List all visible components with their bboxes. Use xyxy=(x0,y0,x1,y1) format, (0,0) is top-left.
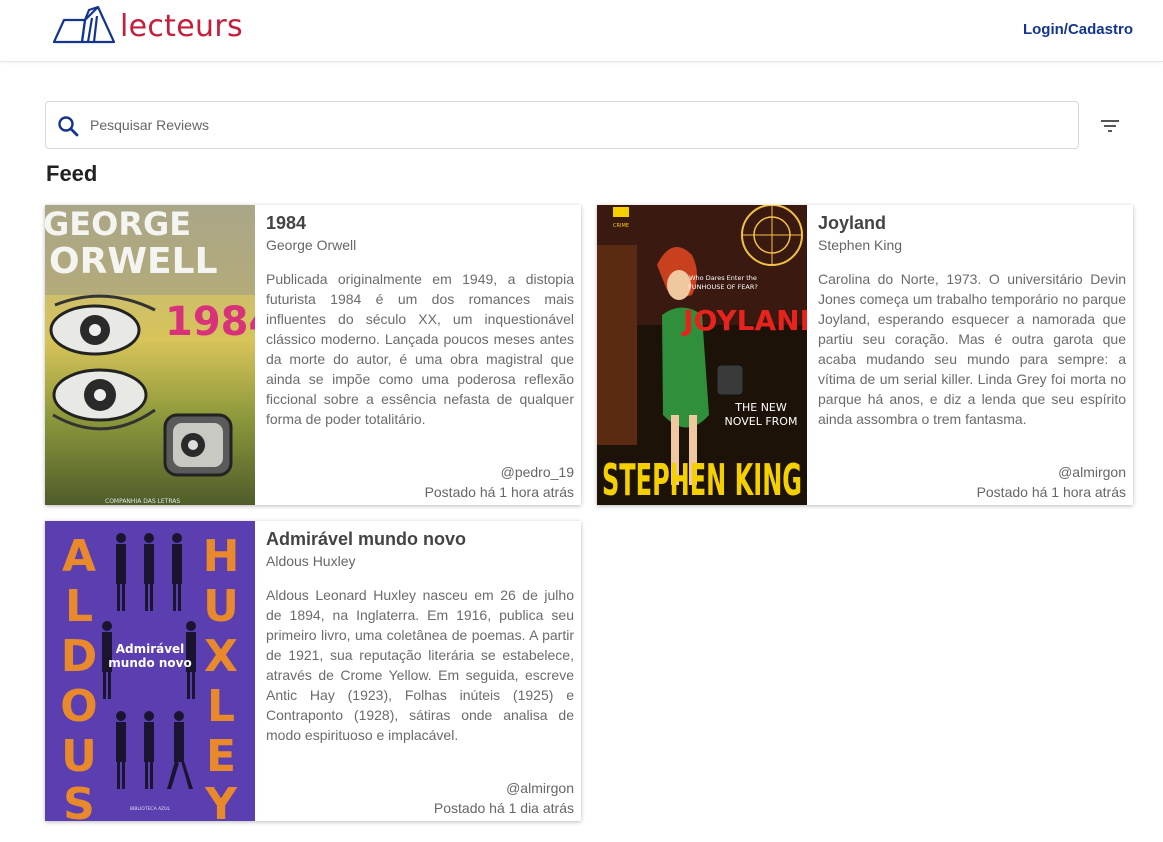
book-title: 1984 xyxy=(266,213,307,233)
book-cover-admiravel-mundo-novo: A L D O U S H U X L E Y Admirável mundo … xyxy=(45,521,255,821)
feed-title: Feed xyxy=(46,161,98,186)
book-author: Aldous Huxley xyxy=(266,553,356,569)
open-book-icon xyxy=(52,5,116,44)
svg-text:BIBLIOTECA AZUL: BIBLIOTECA AZUL xyxy=(130,806,171,812)
review-card[interactable]: A L D O U S H U X L E Y Admirável mundo … xyxy=(45,521,581,821)
book-cover-joyland: CRIME Who Dares Enter the FUNHOUSE OF FE… xyxy=(597,205,807,505)
book-description: Carolina do Norte, 1973. O universitário… xyxy=(818,271,1126,427)
book-cover-1984: GEORGE ORWELL 1984 COMPANHIA DAS LETRAS xyxy=(45,205,255,505)
post-timestamp: Postado há 1 hora atrás xyxy=(976,484,1126,500)
svg-text:D: D xyxy=(61,631,98,682)
svg-text:ORWELL: ORWELL xyxy=(49,241,218,282)
logo-text: lecteurs xyxy=(120,8,243,44)
logo[interactable]: lecteurs xyxy=(52,4,243,46)
book-title: Admirável mundo novo xyxy=(266,529,467,549)
svg-text:U: U xyxy=(203,581,239,632)
review-card[interactable]: GEORGE ORWELL 1984 COMPANHIA DAS LETRAS … xyxy=(45,205,581,505)
login-signup-link[interactable]: Login/Cadastro xyxy=(1023,21,1133,38)
svg-text:Admirável: Admirável xyxy=(116,642,185,656)
post-timestamp: Postado há 1 hora atrás xyxy=(424,484,574,500)
svg-text:L: L xyxy=(207,681,235,732)
post-username[interactable]: @almirgon xyxy=(1058,464,1126,480)
book-title: Joyland xyxy=(818,213,887,233)
book-author: Stephen King xyxy=(818,237,903,253)
svg-text:A: A xyxy=(62,531,96,582)
svg-text:CRIME: CRIME xyxy=(613,223,629,229)
svg-text:Y: Y xyxy=(204,779,238,821)
review-card[interactable]: CRIME Who Dares Enter the FUNHOUSE OF FE… xyxy=(597,205,1133,505)
svg-text:L: L xyxy=(65,581,93,632)
svg-text:STEPHEN KING: STEPHEN KING xyxy=(602,455,802,505)
svg-text:S: S xyxy=(63,779,95,821)
svg-text:E: E xyxy=(206,731,236,782)
filter-icon[interactable] xyxy=(1098,114,1122,138)
svg-text:Who Dares Enter the: Who Dares Enter the xyxy=(689,274,757,282)
svg-text:H: H xyxy=(203,531,240,582)
svg-text:U: U xyxy=(61,731,97,782)
search-icon[interactable] xyxy=(56,114,80,138)
search-bar xyxy=(45,101,1079,149)
svg-text:THE NEW: THE NEW xyxy=(734,401,787,414)
top-header: lecteurs Login/Cadastro xyxy=(0,0,1163,62)
post-username[interactable]: @almirgon xyxy=(506,780,574,796)
search-input[interactable] xyxy=(90,102,1070,148)
svg-text:NOVEL FROM: NOVEL FROM xyxy=(725,415,798,428)
book-description: Aldous Leonard Huxley nasceu em 26 de ju… xyxy=(266,587,574,743)
svg-text:COMPANHIA DAS LETRAS: COMPANHIA DAS LETRAS xyxy=(105,498,180,505)
svg-text:mundo novo: mundo novo xyxy=(108,656,191,670)
svg-text:FUNHOUSE OF FEAR?: FUNHOUSE OF FEAR? xyxy=(688,283,758,291)
post-timestamp: Postado há 1 dia atrás xyxy=(433,800,574,816)
book-author: George Orwell xyxy=(266,237,357,253)
svg-text:GEORGE: GEORGE xyxy=(45,205,191,243)
svg-text:1984: 1984 xyxy=(165,299,255,345)
post-username[interactable]: @pedro_19 xyxy=(501,464,574,480)
svg-text:JOYLAND: JOYLAND xyxy=(681,304,807,337)
svg-text:O: O xyxy=(60,681,97,732)
book-description: Publicada originalmente em 1949, a disto… xyxy=(266,271,574,427)
svg-text:X: X xyxy=(204,631,238,682)
